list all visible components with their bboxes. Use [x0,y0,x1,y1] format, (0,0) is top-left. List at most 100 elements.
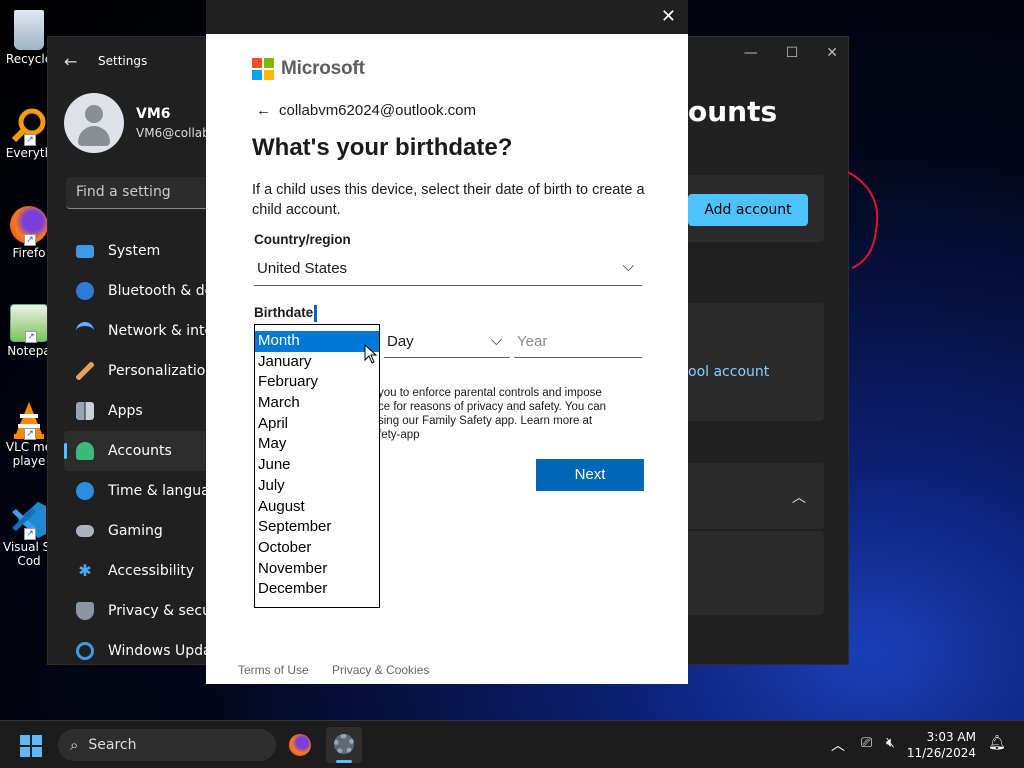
expanded-card-body [678,531,824,615]
active-indicator [336,760,352,763]
dialog-footer: Terms of Use Privacy & Cookies [238,663,449,677]
network-icon [76,322,94,340]
settings-nav: System Bluetooth & dev Network & inter P… [64,231,224,671]
network-status-icon[interactable]: ⎚ [861,735,872,751]
back-arrow-icon[interactable]: ← [64,52,82,71]
taskbar-firefox[interactable] [282,727,318,763]
sidebar-item-label: Privacy & securi [108,603,221,619]
dialog-heading: What's your birthdate? [252,134,513,161]
month-option[interactable]: January [255,352,379,373]
next-button[interactable]: Next [536,459,644,491]
month-option[interactable]: July [255,476,379,497]
chevron-up-icon[interactable]: ︿ [831,735,845,755]
month-option[interactable]: May [255,434,379,455]
red-annotation-mark [847,171,879,269]
bluetooth-icon [76,282,94,300]
sidebar-item-privacy[interactable]: Privacy & securi [64,591,224,631]
volume-muted-icon[interactable]: 🔇︎ [886,735,895,751]
vlc-icon: ↗ [10,400,48,440]
month-dropdown-list[interactable]: Month January February March April May J… [254,324,380,608]
sidebar-item-label: System [108,243,161,259]
sidebar-item-label: Accessibility [108,563,195,579]
day-value: Day [387,333,414,350]
add-account-button[interactable]: Add account [688,194,808,226]
sidebar-item-label: Personalization [108,363,215,379]
country-value: United States [257,260,348,277]
day-select[interactable]: Day ⌵ [384,328,510,358]
text-caret [314,305,318,322]
sidebar-item-personalization[interactable]: Personalization [64,351,224,391]
sidebar-item-accounts[interactable]: Accounts [64,431,224,471]
school-account-link[interactable]: ool account [688,364,769,380]
birthdate-label-text: Birthdate [254,305,314,321]
sidebar-item-label: Bluetooth & dev [108,283,222,299]
shield-icon [76,602,94,620]
system-clock[interactable]: 3:03 AM 11/26/2024 [907,729,976,761]
sidebar-item-network[interactable]: Network & inter [64,311,224,351]
dialog-description: If a child uses this device, select thei… [252,182,645,218]
taskbar-settings[interactable] [326,727,362,763]
search-input[interactable]: Find a setting [66,177,226,209]
close-icon[interactable]: ✕ [661,6,676,27]
gamepad-icon [76,525,94,537]
terms-of-use-link[interactable]: Terms of Use [238,663,309,677]
chevron-down-icon: ⌵ [622,258,634,275]
month-option[interactable]: December [255,579,379,600]
update-icon [76,642,94,660]
clock-time: 3:03 AM [926,730,976,744]
sidebar-item-label: Apps [108,403,143,419]
chevron-down-icon: ⌵ [490,332,502,349]
sidebar-item-apps[interactable]: Apps [64,391,224,431]
clock-date: 11/26/2024 [906,746,976,760]
legal-line: you to enforce parental controls and imp… [378,387,602,399]
window-controls: — ☐ ✕ [744,37,838,69]
sidebar-item-label: Network & inter [108,323,219,339]
user-name: VM6 [136,106,171,122]
settings-title: Settings [98,54,148,68]
sidebar-item-accessibility[interactable]: ✱ Accessibility [64,551,224,591]
country-label: Country/region [254,232,351,247]
search-icon: ⌕ [70,736,79,754]
month-option[interactable]: October [255,538,379,559]
brand-name: Microsoft [281,58,365,79]
back-arrow-icon[interactable]: ← [256,102,271,119]
month-option[interactable]: April [255,414,379,435]
country-select[interactable]: United States ⌵ [254,254,642,286]
legal-line: ce for reasons of privacy and safety. Yo… [378,401,607,413]
chevron-up-icon[interactable]: ︿ [792,487,806,507]
sidebar-item-windows-update[interactable]: Windows Updat [64,631,224,671]
sidebar-item-gaming[interactable]: Gaming [64,511,224,551]
month-option[interactable]: November [255,559,379,580]
identity-banner[interactable]: ← collabvm62024@outlook.com [256,102,476,119]
mouse-cursor-icon [364,344,378,364]
month-option-placeholder[interactable]: Month [255,331,379,352]
recycle-bin-icon [14,10,44,50]
sidebar-item-system[interactable]: System [64,231,224,271]
month-option[interactable]: June [255,455,379,476]
close-icon[interactable]: ✕ [826,45,838,61]
start-button[interactable] [20,735,42,757]
user-profile[interactable]: VM6 VM6@collab [64,93,210,153]
month-option[interactable]: February [255,372,379,393]
sidebar-item-time-language[interactable]: Time & languag [64,471,224,511]
month-option[interactable]: September [255,517,379,538]
sidebar-item-label: Accounts [108,443,172,459]
microsoft-logo: Microsoft [252,58,365,80]
minimize-icon[interactable]: — [744,45,758,61]
school-account-card [678,303,824,421]
notification-bell-icon[interactable]: 🔔︎ [988,735,1006,751]
everything-icon: ↗ [10,106,48,146]
taskbar-search[interactable]: ⌕ Search [58,729,276,761]
month-option[interactable]: August [255,497,379,518]
sidebar-item-bluetooth[interactable]: Bluetooth & dev [64,271,224,311]
page-title: ounts [688,95,778,128]
notepad-icon: ↗ [10,304,48,343]
shortcut-arrow-icon: ↗ [25,331,37,343]
privacy-cookies-link[interactable]: Privacy & Cookies [332,663,429,677]
vscode-icon: ↗ [10,500,48,540]
shortcut-arrow-icon: ↗ [24,528,36,540]
maximize-icon[interactable]: ☐ [786,45,799,61]
year-input[interactable]: Year [514,328,642,358]
month-option[interactable]: March [255,393,379,414]
legal-line[interactable]: fety-app [378,428,648,442]
